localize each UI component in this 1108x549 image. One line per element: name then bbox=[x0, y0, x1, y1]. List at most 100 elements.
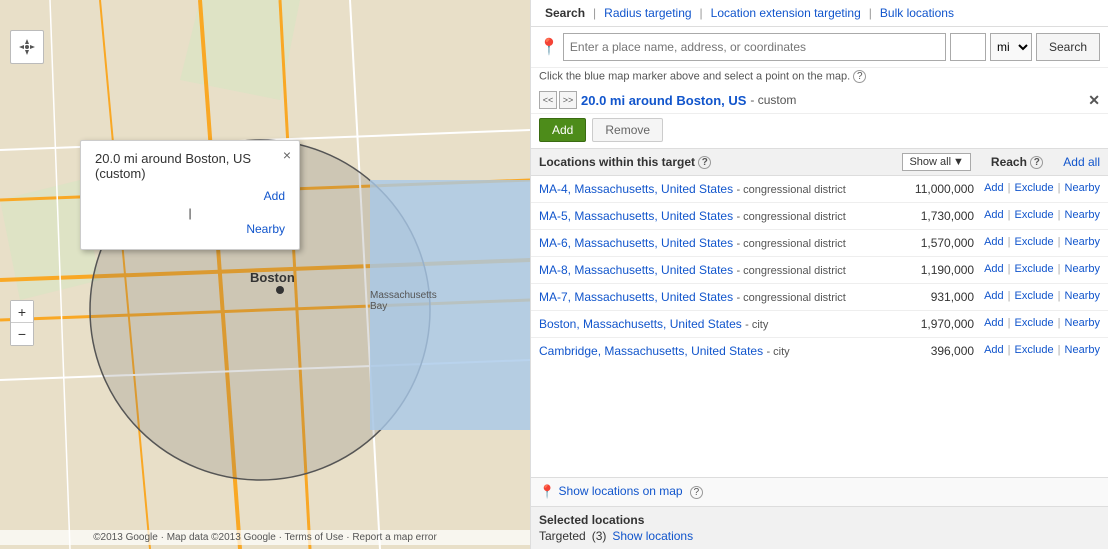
location-exclude-link[interactable]: Exclude bbox=[1015, 344, 1054, 356]
map-zoom-control[interactable]: + − bbox=[10, 300, 34, 346]
action-sep-2: | bbox=[1058, 209, 1061, 221]
action-sep-2: | bbox=[1058, 263, 1061, 275]
action-sep-1: | bbox=[1008, 263, 1011, 275]
zoom-in-button[interactable]: + bbox=[11, 301, 33, 323]
remove-button[interactable]: Remove bbox=[592, 118, 663, 142]
nav-arrows-icon bbox=[17, 37, 37, 57]
nav-location-ext[interactable]: Location extension targeting bbox=[705, 6, 867, 20]
location-type: - congressional district bbox=[736, 292, 845, 304]
add-button[interactable]: Add bbox=[539, 118, 586, 142]
targeted-label: Targeted bbox=[539, 529, 586, 543]
location-name-link[interactable]: Cambridge, Massachusetts, United States bbox=[539, 344, 763, 358]
nav-next-button[interactable]: >> bbox=[559, 91, 577, 109]
search-button[interactable]: Search bbox=[1036, 33, 1100, 61]
location-type: - congressional district bbox=[736, 211, 845, 223]
action-sep-2: | bbox=[1058, 317, 1061, 329]
location-add-link[interactable]: Add bbox=[984, 263, 1004, 275]
location-add-link[interactable]: Add bbox=[984, 344, 1004, 356]
location-name-link[interactable]: MA-6, Massachusetts, United States bbox=[539, 236, 733, 250]
map-footer: ©2013 Google · Map data ©2013 Google · T… bbox=[0, 530, 530, 545]
location-nearby-link[interactable]: Nearby bbox=[1065, 263, 1100, 275]
location-actions: Add | Exclude | Nearby bbox=[984, 317, 1100, 329]
popup-add-link[interactable]: Add bbox=[95, 187, 285, 206]
popup-close-button[interactable]: × bbox=[283, 147, 291, 163]
map-nav-control[interactable] bbox=[10, 30, 44, 64]
location-name-link[interactable]: MA-4, Massachusetts, United States bbox=[539, 182, 733, 196]
targeted-row: Targeted (3) Show locations bbox=[539, 529, 1100, 543]
location-add-link[interactable]: Add bbox=[984, 236, 1004, 248]
location-type: - congressional district bbox=[736, 184, 845, 196]
zoom-out-button[interactable]: − bbox=[11, 323, 33, 345]
location-add-link[interactable]: Add bbox=[984, 317, 1004, 329]
location-close-button[interactable]: ✕ bbox=[1088, 92, 1100, 109]
location-exclude-link[interactable]: Exclude bbox=[1015, 236, 1054, 248]
unit-select[interactable]: mi km bbox=[990, 33, 1032, 61]
location-exclude-link[interactable]: Exclude bbox=[1015, 263, 1054, 275]
location-nearby-link[interactable]: Nearby bbox=[1065, 236, 1100, 248]
location-reach: 11,000,000 bbox=[884, 182, 974, 196]
location-nearby-link[interactable]: Nearby bbox=[1065, 344, 1100, 356]
show-on-map-help-icon[interactable]: ? bbox=[690, 486, 703, 499]
search-row: 📍 20 mi km Search bbox=[531, 27, 1108, 68]
location-info: MA-4, Massachusetts, United States - con… bbox=[539, 182, 884, 196]
location-nearby-link[interactable]: Nearby bbox=[1065, 317, 1100, 329]
location-actions: Add | Exclude | Nearby bbox=[984, 344, 1100, 356]
location-actions: Add | Exclude | Nearby bbox=[984, 263, 1100, 275]
location-add-link[interactable]: Add bbox=[984, 182, 1004, 194]
nav-sep-1: | bbox=[591, 6, 598, 20]
location-name-link[interactable]: MA-8, Massachusetts, United States bbox=[539, 263, 733, 277]
popup-nearby-link[interactable]: Nearby bbox=[95, 220, 285, 239]
hint-help-icon[interactable]: ? bbox=[853, 70, 866, 83]
hint-text: Click the blue map marker above and sele… bbox=[531, 68, 1108, 87]
location-nearby-link[interactable]: Nearby bbox=[1065, 290, 1100, 302]
map-container[interactable]: Boston MassachusettsBay + − × 20.0 mi ar… bbox=[0, 0, 530, 549]
location-actions: Add | Exclude | Nearby bbox=[984, 182, 1100, 194]
location-bar: << >> 20.0 mi around Boston, US - custom… bbox=[531, 87, 1108, 114]
location-reach: 931,000 bbox=[884, 290, 974, 304]
location-exclude-link[interactable]: Exclude bbox=[1015, 182, 1054, 194]
nav-bulk[interactable]: Bulk locations bbox=[874, 6, 960, 20]
action-sep-2: | bbox=[1058, 344, 1061, 356]
right-panel: Search | Radius targeting | Location ext… bbox=[530, 0, 1108, 549]
header-reach-label: Reach ? bbox=[991, 155, 1043, 169]
show-all-button[interactable]: Show all ▼ bbox=[902, 153, 970, 171]
action-sep-2: | bbox=[1058, 290, 1061, 302]
location-exclude-link[interactable]: Exclude bbox=[1015, 209, 1054, 221]
location-name-link[interactable]: Boston, Massachusetts, United States bbox=[539, 317, 742, 331]
add-all-link[interactable]: Add all bbox=[1063, 155, 1100, 169]
location-info: Cambridge, Massachusetts, United States … bbox=[539, 344, 884, 358]
reach-help-icon[interactable]: ? bbox=[1030, 156, 1043, 169]
show-on-map-link[interactable]: Show locations on map bbox=[559, 484, 683, 498]
location-exclude-link[interactable]: Exclude bbox=[1015, 290, 1054, 302]
radius-input[interactable]: 20 bbox=[950, 33, 986, 61]
show-locations-link[interactable]: Show locations bbox=[612, 529, 693, 543]
table-row: Boston, Massachusetts, United States - c… bbox=[531, 311, 1108, 338]
locations-help-icon[interactable]: ? bbox=[698, 156, 711, 169]
location-actions: Add | Exclude | Nearby bbox=[984, 236, 1100, 248]
table-row: MA-4, Massachusetts, United States - con… bbox=[531, 176, 1108, 203]
location-type: - city bbox=[745, 319, 768, 331]
nav-search[interactable]: Search bbox=[539, 6, 591, 20]
location-add-link[interactable]: Add bbox=[984, 209, 1004, 221]
location-exclude-link[interactable]: Exclude bbox=[1015, 317, 1054, 329]
location-info: MA-7, Massachusetts, United States - con… bbox=[539, 290, 884, 304]
location-name-link[interactable]: MA-5, Massachusetts, United States bbox=[539, 209, 733, 223]
nav-sep-3: | bbox=[867, 6, 874, 20]
location-reach: 1,190,000 bbox=[884, 263, 974, 277]
location-actions: Add | Exclude | Nearby bbox=[984, 209, 1100, 221]
location-reach: 1,570,000 bbox=[884, 236, 974, 250]
location-nearby-link[interactable]: Nearby bbox=[1065, 209, 1100, 221]
action-bar: Add Remove bbox=[531, 114, 1108, 149]
location-name-link[interactable]: MA-7, Massachusetts, United States bbox=[539, 290, 733, 304]
action-sep-1: | bbox=[1008, 290, 1011, 302]
targeted-count: (3) bbox=[592, 529, 607, 543]
location-add-link[interactable]: Add bbox=[984, 290, 1004, 302]
location-reach: 1,730,000 bbox=[884, 209, 974, 223]
nav-prev-button[interactable]: << bbox=[539, 91, 557, 109]
search-input[interactable] bbox=[563, 33, 946, 61]
location-nearby-link[interactable]: Nearby bbox=[1065, 182, 1100, 194]
location-reach: 1,970,000 bbox=[884, 317, 974, 331]
nav-radius[interactable]: Radius targeting bbox=[598, 6, 697, 20]
location-type: - congressional district bbox=[736, 238, 845, 250]
action-sep-1: | bbox=[1008, 236, 1011, 248]
